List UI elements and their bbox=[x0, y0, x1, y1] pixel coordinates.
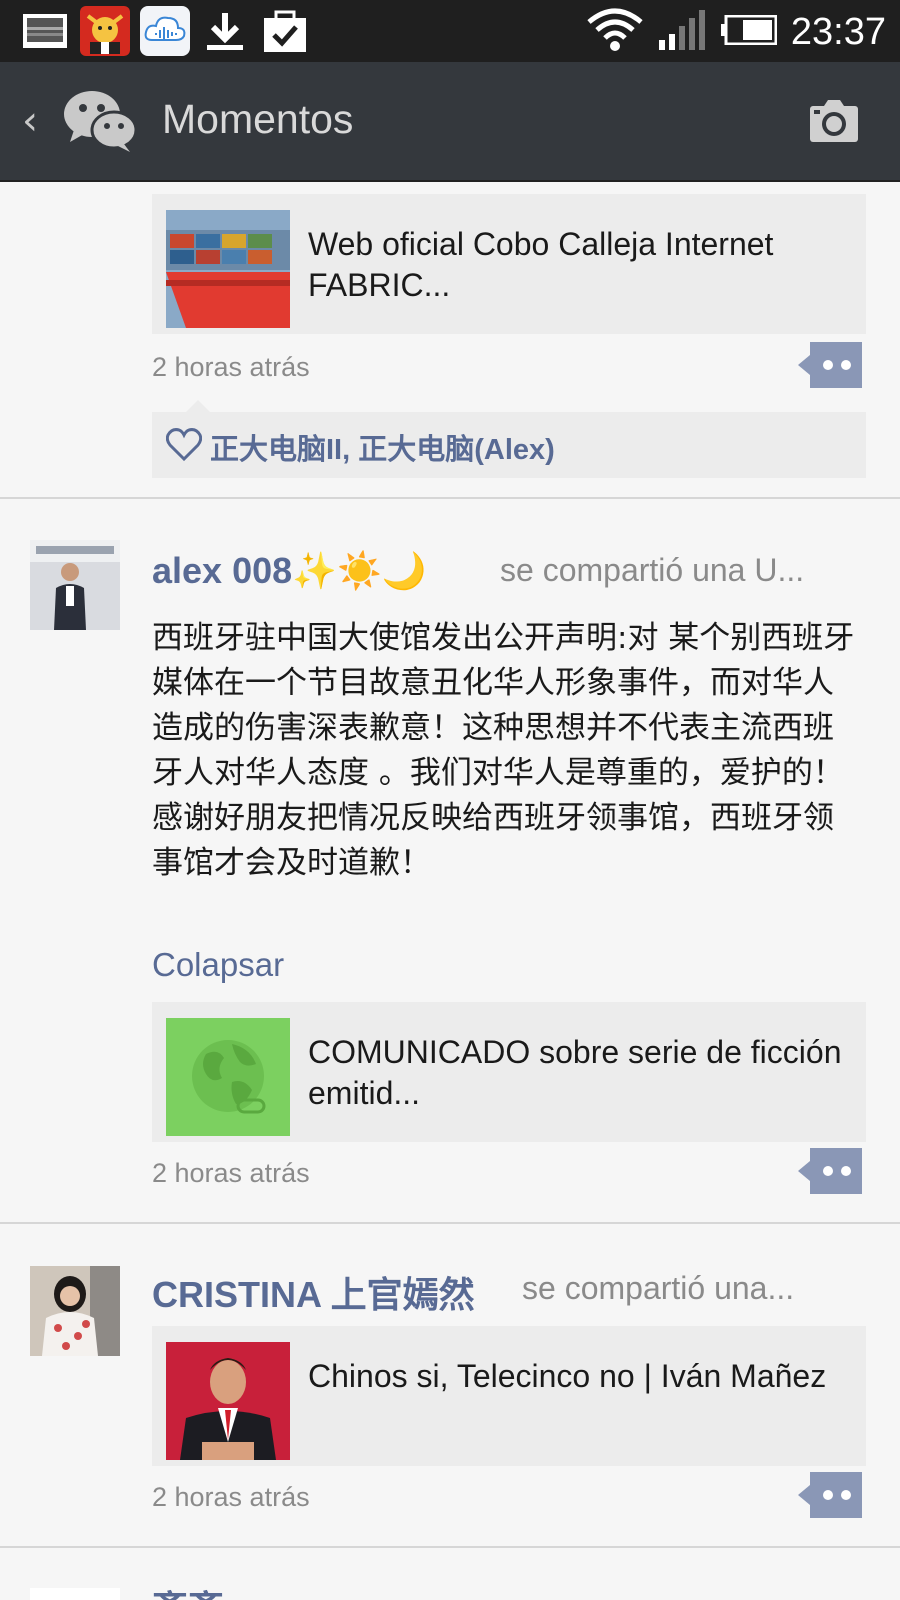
post-divider bbox=[0, 1546, 900, 1548]
battery-icon bbox=[720, 14, 778, 49]
clock: 23:37 bbox=[790, 10, 886, 53]
post-divider bbox=[0, 1222, 900, 1224]
globe-link-icon bbox=[166, 1018, 290, 1136]
link-thumbnail bbox=[166, 1342, 290, 1460]
wifi-icon bbox=[587, 8, 643, 56]
author-name[interactable]: CRISTINA 上官嫣然 bbox=[152, 1266, 475, 1318]
link-title: COMUNICADO sobre serie de ficción emitid… bbox=[308, 1034, 842, 1111]
post-divider bbox=[0, 497, 900, 499]
avatar[interactable] bbox=[30, 540, 120, 630]
wechat-logo-icon[interactable] bbox=[62, 88, 138, 154]
post-text: 西班牙驻中国大使馆发出公开声明:对 某个别西班牙媒体在一个节目故意丑化华人形象事… bbox=[152, 620, 855, 881]
share-action: se compartió una... bbox=[522, 1270, 795, 1306]
likes-box: 正大电脑II, 正大电脑(Alex) bbox=[152, 400, 866, 478]
post-time: 2 horas atrás bbox=[152, 1482, 310, 1512]
page-title: Momentos bbox=[162, 96, 354, 142]
post-time: 2 horas atrás bbox=[152, 352, 310, 382]
avatar[interactable] bbox=[30, 1588, 120, 1600]
shared-link-card[interactable]: COMUNICADO sobre serie de ficción emitid… bbox=[152, 1002, 866, 1142]
task-check-icon bbox=[260, 6, 310, 56]
link-title: Chinos si, Telecinco no | Iván Mañez bbox=[308, 1358, 827, 1394]
comment-button[interactable] bbox=[798, 1472, 862, 1518]
action-bar: ‹ Momentos bbox=[0, 62, 900, 182]
cloud-voice-icon bbox=[140, 6, 190, 56]
moments-feed: Web oficial Cobo Calleja Internet FABRIC… bbox=[0, 182, 900, 1600]
camera-icon[interactable] bbox=[808, 100, 860, 144]
chevron-left-icon[interactable]: ‹ bbox=[22, 98, 38, 144]
comment-button[interactable] bbox=[798, 342, 862, 388]
author-name[interactable]: 斎斎 bbox=[152, 1580, 224, 1600]
shared-link-card[interactable]: Web oficial Cobo Calleja Internet FABRIC… bbox=[152, 194, 866, 334]
link-title: Web oficial Cobo Calleja Internet FABRIC… bbox=[308, 226, 774, 303]
avatar[interactable] bbox=[30, 1266, 120, 1356]
collapse-link[interactable]: Colapsar bbox=[152, 946, 284, 984]
post-time: 2 horas atrás bbox=[152, 1158, 310, 1188]
status-bar: 23:37 bbox=[0, 0, 900, 62]
link-thumbnail bbox=[166, 210, 290, 328]
comment-button[interactable] bbox=[798, 1148, 862, 1194]
signal-icon bbox=[657, 10, 707, 54]
heart-icon bbox=[165, 428, 203, 462]
app-cow-icon bbox=[80, 6, 130, 56]
shared-link-card[interactable]: Chinos si, Telecinco no | Iván Mañez bbox=[152, 1326, 866, 1466]
share-action: se compartió una U... bbox=[500, 552, 805, 588]
liked-by-names[interactable]: 正大电脑II, 正大电脑(Alex) bbox=[210, 426, 555, 468]
download-icon bbox=[200, 6, 250, 56]
screenshot-icon bbox=[20, 6, 70, 56]
author-name[interactable]: alex 008✨☀️🌙 bbox=[152, 550, 427, 592]
